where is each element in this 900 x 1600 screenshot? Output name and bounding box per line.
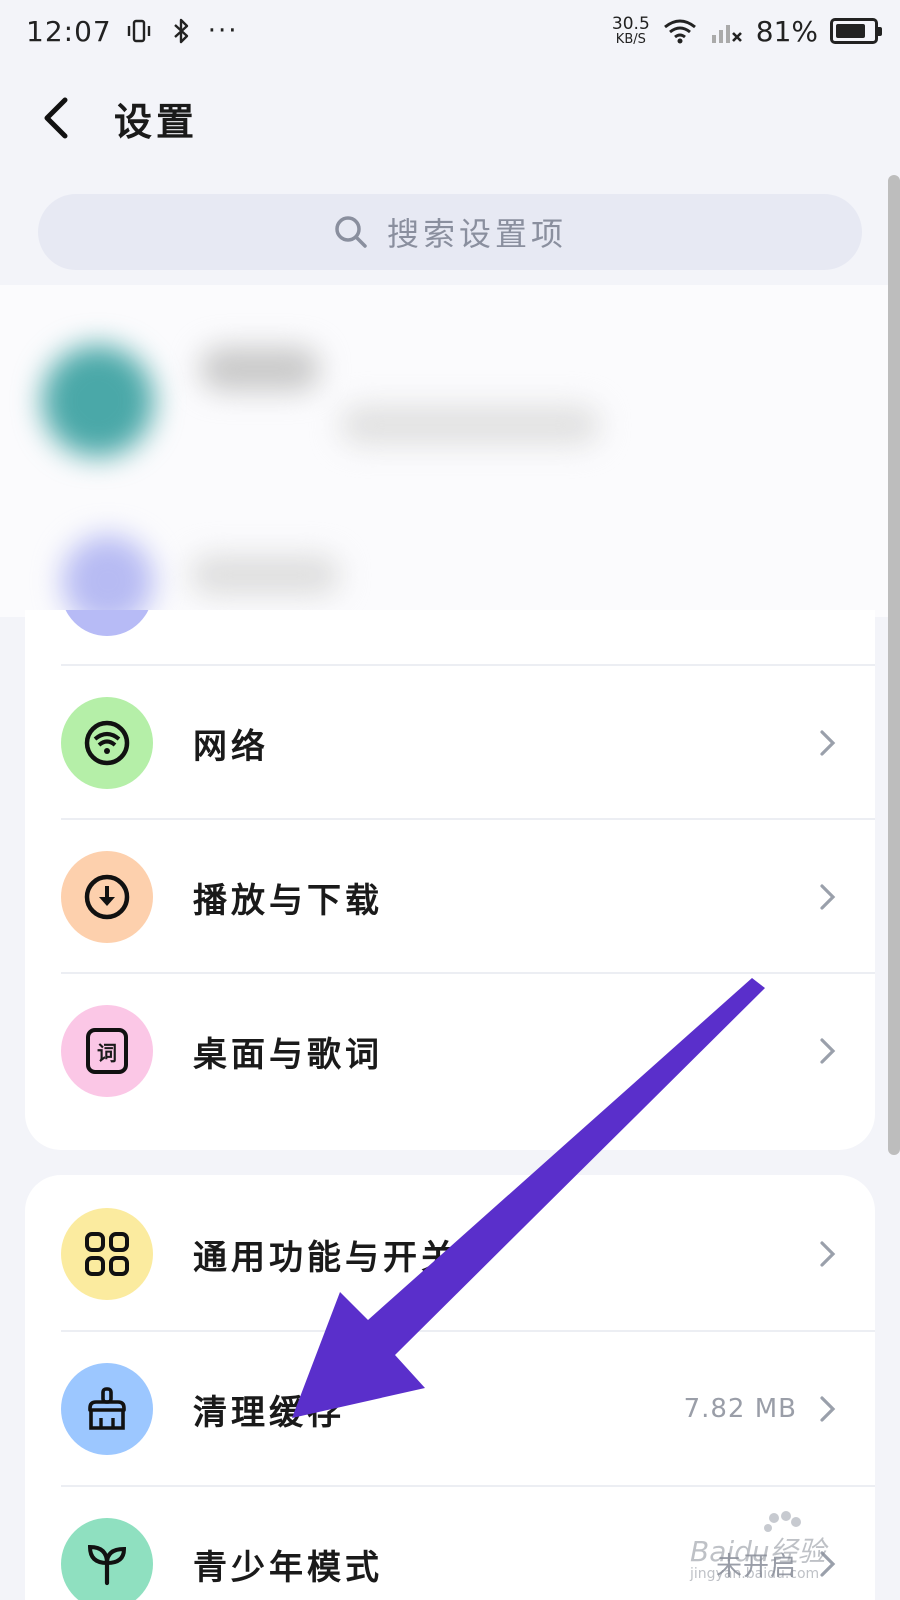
search-input[interactable]: 搜索设置项 [38, 194, 862, 270]
row-label: 播放与下载 [193, 880, 383, 921]
blurred-name [200, 347, 320, 391]
settings-row-clear-cache[interactable]: 清理缓存 7.82 MB [25, 1330, 875, 1488]
net-speed-unit: KB/S [615, 32, 646, 47]
chevron-right-icon [817, 1239, 839, 1269]
lyrics-icon: 词 [86, 1028, 128, 1074]
blurred-item-icon [62, 535, 154, 617]
download-icon [84, 874, 130, 920]
more-status-icon: ··· [207, 16, 239, 46]
row-label: 清理缓存 [193, 1392, 345, 1433]
vibrate-icon [124, 16, 154, 46]
lyrics-icon-bg: 词 [61, 1005, 153, 1097]
chevron-right-icon [817, 882, 839, 912]
playback-icon-bg [61, 851, 153, 943]
row-label: 青少年模式 [193, 1547, 383, 1588]
header: 设置 [0, 78, 900, 158]
battery-icon [830, 18, 882, 44]
partial-item-icon [61, 610, 153, 636]
settings-row-desktop-lyrics[interactable]: 词 桌面与歌词 [25, 972, 875, 1130]
blurred-item-label [190, 555, 340, 595]
row-label: 通用功能与开关 [193, 1237, 459, 1278]
wifi-status-icon [662, 16, 698, 46]
search-placeholder: 搜索设置项 [386, 215, 567, 253]
wifi-icon [84, 720, 130, 766]
sprout-icon [87, 1544, 127, 1586]
teen-mode-icon-bg [61, 1518, 153, 1600]
bluetooth-icon [166, 16, 196, 46]
blurred-avatar [42, 345, 154, 457]
back-button[interactable] [34, 88, 78, 148]
search-icon [335, 216, 367, 248]
status-left: 12:07 ··· [26, 15, 239, 48]
row-label: 桌面与歌词 [193, 1034, 383, 1075]
status-time: 12:07 [26, 14, 112, 48]
clear-cache-icon-bg [61, 1363, 153, 1455]
row-divider [61, 1485, 875, 1487]
scrollbar[interactable] [888, 175, 900, 1155]
baidu-watermark: Baidu经验 jingyan.baidu.com [690, 1510, 870, 1590]
general-icon-bg [61, 1208, 153, 1300]
broom-icon [88, 1387, 126, 1430]
chevron-right-icon [817, 1036, 839, 1066]
net-speed: 30.5 KB/S [611, 14, 650, 47]
settings-row-playback-download[interactable]: 播放与下载 [25, 818, 875, 976]
row-divider [61, 818, 875, 820]
settings-card-1: 网络 播放与下载 词 桌面与歌词 [25, 610, 875, 1150]
chevron-right-icon [817, 728, 839, 758]
watermark-brand: Baidu经验 [690, 1535, 826, 1568]
status-bar: 12:07 ··· 30.5 KB/S 81% [0, 0, 900, 62]
battery-fill [836, 24, 866, 38]
watermark-url: jingyan.baidu.com [690, 1566, 820, 1582]
battery-percent: 81% [755, 14, 818, 48]
row-label: 网络 [193, 726, 269, 767]
lyrics-icon-glyph: 词 [97, 1040, 117, 1065]
cellular-signal-icon [710, 16, 744, 46]
chevron-right-icon [817, 1394, 839, 1424]
cache-size-value: 7.82 MB [683, 1394, 797, 1424]
row-divider [61, 664, 875, 666]
net-speed-value: 30.5 [611, 14, 650, 34]
row-divider [61, 972, 875, 974]
back-arrow-icon [44, 97, 68, 139]
settings-row-network[interactable]: 网络 [25, 664, 875, 822]
status-right: 30.5 KB/S 81% [611, 14, 882, 48]
network-icon-bg [61, 697, 153, 789]
blurred-subtext [340, 405, 600, 445]
row-divider [61, 1330, 875, 1332]
settings-row-general[interactable]: 通用功能与开关 [25, 1175, 875, 1333]
page-title: 设置 [114, 99, 199, 144]
grid-icon [85, 1232, 129, 1276]
blurred-account-section[interactable] [0, 285, 900, 617]
